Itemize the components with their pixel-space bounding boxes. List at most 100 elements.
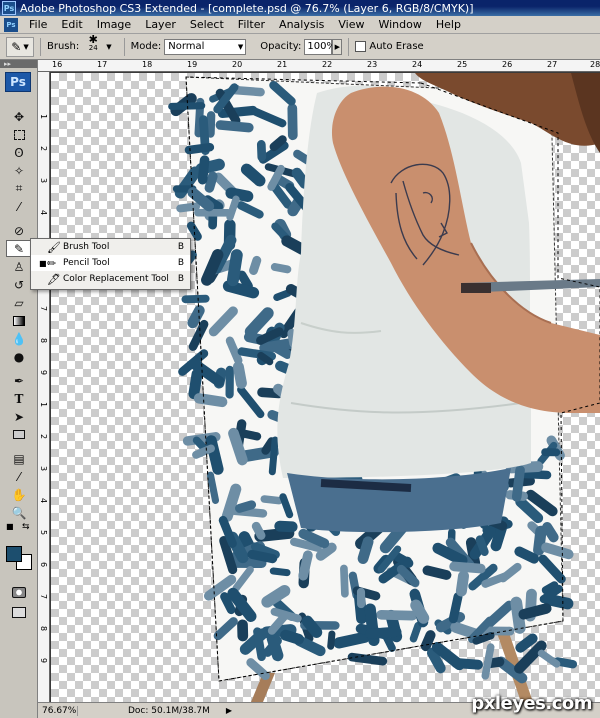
tool-preset-picker[interactable]: ✎ ▼	[6, 36, 34, 57]
ruler-tick-label: 6	[39, 562, 48, 568]
chevron-down-icon: ▼	[23, 42, 29, 51]
pen-tool[interactable]: ✒	[6, 372, 32, 389]
paint-stroke	[333, 631, 371, 649]
type-icon: T	[14, 391, 24, 406]
menu-layer[interactable]: Layer	[138, 18, 183, 31]
paint-stroke	[226, 249, 243, 287]
dodge-tool[interactable]: ●	[6, 348, 32, 365]
menu-window[interactable]: Window	[371, 18, 428, 31]
paint-stroke	[229, 85, 265, 97]
opacity-input[interactable]: 100%	[304, 38, 336, 55]
slice-tool[interactable]: ⁄	[6, 198, 32, 215]
flyout-item-pencil-tool[interactable]: ■ ✏ Pencil Tool B	[31, 255, 190, 271]
menu-select[interactable]: Select	[183, 18, 231, 31]
status-menu-icon[interactable]: ▶	[226, 706, 232, 715]
zoom-level[interactable]: 76.67%	[38, 705, 78, 716]
quick-mask-toggle[interactable]	[6, 584, 32, 601]
ruler-tick-label: 17	[97, 60, 108, 69]
document-canvas[interactable]	[51, 73, 600, 702]
paint-stroke	[376, 609, 418, 621]
notes-tool[interactable]: ▤	[6, 450, 32, 467]
blur-drop-icon: 💧	[11, 331, 27, 346]
mode-select[interactable]: Normal ▼	[164, 38, 247, 55]
paint-stroke	[181, 294, 210, 304]
divider	[40, 37, 41, 56]
paint-stroke	[280, 629, 304, 645]
paint-stroke	[472, 632, 495, 645]
pencil-icon: ✏	[47, 256, 57, 270]
magic-wand-tool[interactable]: ✧	[6, 162, 32, 179]
menu-image[interactable]: Image	[90, 18, 138, 31]
flyout-item-color-replacement-tool[interactable]: 🖋 Color Replacement Tool B	[31, 271, 190, 287]
swap-colors-icon[interactable]: ⇆	[22, 522, 30, 532]
auto-erase-checkbox[interactable]	[355, 41, 367, 52]
clone-stamp-tool[interactable]: ♙	[6, 258, 32, 275]
ruler-tick-label: 26	[502, 60, 513, 69]
paint-stroke	[301, 615, 323, 638]
photoshop-menu-icon[interactable]: Ps	[4, 17, 18, 32]
menu-filter[interactable]: Filter	[231, 18, 272, 31]
paint-stroke	[511, 465, 525, 502]
hand-tool[interactable]: ✋	[6, 486, 32, 503]
paint-stroke	[249, 255, 262, 275]
eraser-icon: ▱	[14, 295, 24, 310]
paint-stroke	[293, 149, 313, 165]
menu-file[interactable]: File	[22, 18, 54, 31]
opacity-slider-toggle[interactable]: ▶	[332, 38, 343, 55]
paint-stroke	[533, 525, 547, 556]
arrow-pointer-icon: ➤	[13, 409, 25, 424]
paint-stroke	[269, 567, 291, 577]
menu-edit[interactable]: Edit	[54, 18, 89, 31]
blur-tool[interactable]: 💧	[6, 330, 32, 347]
lasso-tool[interactable]: ʘ	[6, 144, 32, 161]
paintbrush-tip	[461, 283, 491, 293]
menu-analysis[interactable]: Analysis	[272, 18, 331, 31]
paint-stroke	[542, 522, 559, 543]
type-tool[interactable]: T	[6, 390, 32, 407]
default-colors-icon[interactable]: ■	[6, 522, 14, 531]
move-tool[interactable]: ✥	[6, 108, 32, 125]
ruler-tick-label: 24	[412, 60, 423, 69]
ruler-tick-label: 16	[52, 60, 63, 69]
toolbox-grip[interactable]: ▸▸	[0, 60, 37, 68]
gradient-tool[interactable]	[6, 312, 32, 329]
paint-stroke	[253, 627, 266, 662]
ruler-tick-label: 18	[142, 60, 153, 69]
ruler-tick-label: 21	[277, 60, 288, 69]
paint-stroke	[481, 643, 495, 680]
menu-help[interactable]: Help	[429, 18, 468, 31]
paint-stroke	[206, 111, 216, 138]
history-brush-icon: ↺	[13, 277, 25, 292]
move-icon: ✥	[13, 109, 25, 124]
paint-stroke	[222, 280, 260, 299]
rectangle-tool[interactable]	[6, 426, 32, 443]
flyout-item-brush-tool[interactable]: 🖌 Brush Tool B	[31, 239, 190, 255]
marquee-tool[interactable]	[6, 126, 32, 143]
history-brush-tool[interactable]: ↺	[6, 276, 32, 293]
ruler-tick-label: 19	[187, 60, 198, 69]
ruler-tick-label: 8	[39, 626, 48, 632]
screen-mode-toggle[interactable]	[6, 604, 32, 621]
paint-stroke	[272, 343, 293, 359]
paint-stroke	[269, 135, 287, 152]
paint-stroke	[260, 495, 283, 505]
paint-stroke	[422, 565, 452, 580]
paint-stroke	[382, 633, 396, 652]
paint-stroke	[204, 171, 218, 193]
color-replacement-icon: 🖋	[47, 272, 61, 286]
photoshop-logo[interactable]: Ps	[5, 72, 31, 92]
chevron-down-icon[interactable]: ▼	[106, 43, 111, 51]
note-icon: ▤	[13, 451, 25, 466]
title-bar: Ps Adobe Photoshop CS3 Extended - [compl…	[0, 0, 600, 16]
eyedropper-tool[interactable]: ⁄	[6, 468, 32, 485]
pencil-tool[interactable]: ✎	[6, 240, 32, 257]
menu-view[interactable]: View	[331, 18, 371, 31]
brush-picker[interactable]: ✱ 24	[82, 34, 104, 58]
foreground-color-swatch[interactable]	[6, 546, 22, 562]
path-selection-tool[interactable]: ➤	[6, 408, 32, 425]
paint-stroke	[537, 649, 561, 668]
eraser-tool[interactable]: ▱	[6, 294, 32, 311]
crop-tool[interactable]: ⌗	[6, 180, 32, 197]
zoom-tool[interactable]: 🔍	[6, 504, 32, 521]
healing-brush-tool[interactable]: ⊘	[6, 222, 32, 239]
